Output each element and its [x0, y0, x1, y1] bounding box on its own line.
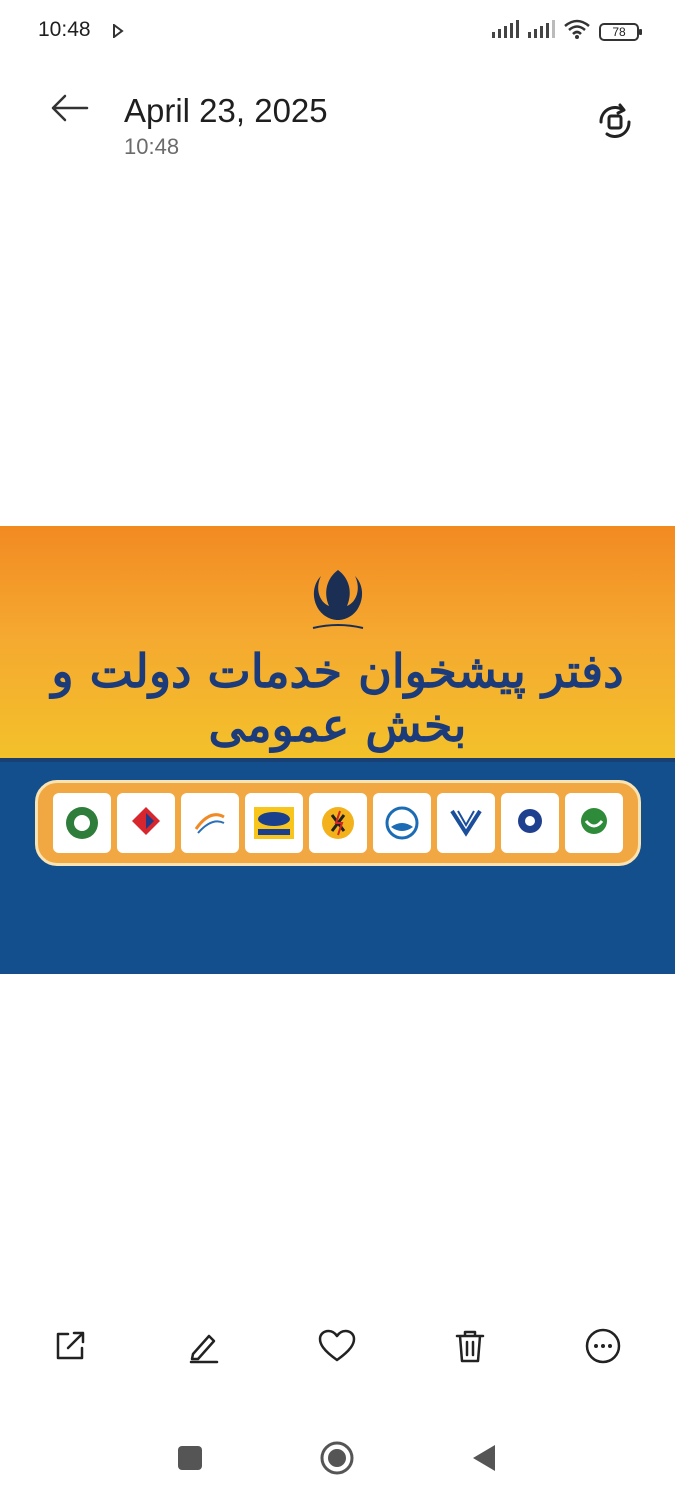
battery-indicator: 78	[599, 22, 642, 41]
signal-icon	[491, 20, 519, 43]
logo-tile	[565, 793, 623, 853]
edit-icon	[189, 1334, 219, 1364]
seal-logo-icon	[66, 807, 98, 839]
recents-icon	[178, 1446, 202, 1470]
viewer-header: April 23, 2025 10:48	[0, 64, 675, 184]
back-button[interactable]	[44, 88, 94, 128]
emblem-icon	[305, 566, 371, 641]
logo-tile	[245, 793, 303, 853]
more-icon	[585, 1328, 621, 1364]
logo-tile	[181, 793, 239, 853]
post-logo-icon	[450, 809, 482, 837]
status-time: 10:48	[38, 18, 91, 41]
diamond-logo-icon	[132, 807, 160, 835]
favorite-button[interactable]	[315, 1324, 359, 1368]
rotate-button[interactable]	[593, 100, 637, 144]
signal-icon-2	[527, 20, 555, 43]
edit-button[interactable]	[181, 1324, 225, 1368]
telecom-logo-icon	[518, 809, 542, 833]
photo-action-bar	[0, 1310, 675, 1380]
back-nav-button[interactable]	[464, 1438, 504, 1478]
water-logo-icon	[385, 806, 419, 840]
photo-view[interactable]: دفتر پیشخوان خدمات دولت و بخش عمومی	[0, 526, 675, 974]
play-icon	[112, 23, 124, 43]
status-indicators: 78	[491, 18, 642, 45]
more-button[interactable]	[581, 1324, 625, 1368]
recents-button[interactable]	[170, 1438, 210, 1478]
share-icon	[56, 1331, 85, 1360]
home-icon	[320, 1441, 354, 1475]
mtn-logo-icon	[254, 807, 294, 839]
status-bar: 10:48 78	[0, 0, 675, 64]
logo-tile	[437, 793, 495, 853]
delete-button[interactable]	[448, 1324, 492, 1368]
logo-tile	[53, 793, 111, 853]
trash-icon	[455, 1330, 485, 1363]
system-nav-bar	[0, 1420, 675, 1492]
power-logo-icon	[322, 807, 354, 839]
photo-date: April 23, 2025	[124, 92, 328, 129]
wifi-icon	[563, 18, 591, 45]
logo-strip	[35, 780, 641, 866]
logo-tile	[309, 793, 367, 853]
swoosh-logo-icon	[194, 813, 225, 834]
home-button[interactable]	[317, 1438, 357, 1478]
rotate-icon	[599, 103, 631, 138]
arrow-left-icon	[51, 94, 89, 122]
logo-tile	[117, 793, 175, 853]
logo-tile	[501, 793, 559, 853]
share-button[interactable]	[48, 1324, 92, 1368]
logo-tile	[373, 793, 431, 853]
photo-time: 10:48	[124, 134, 180, 159]
postbank-logo-icon	[581, 808, 607, 834]
banner-title: دفتر پیشخوان خدمات دولت و بخش عمومی	[51, 644, 624, 752]
heart-icon	[318, 1329, 356, 1362]
back-triangle-icon	[473, 1445, 495, 1471]
